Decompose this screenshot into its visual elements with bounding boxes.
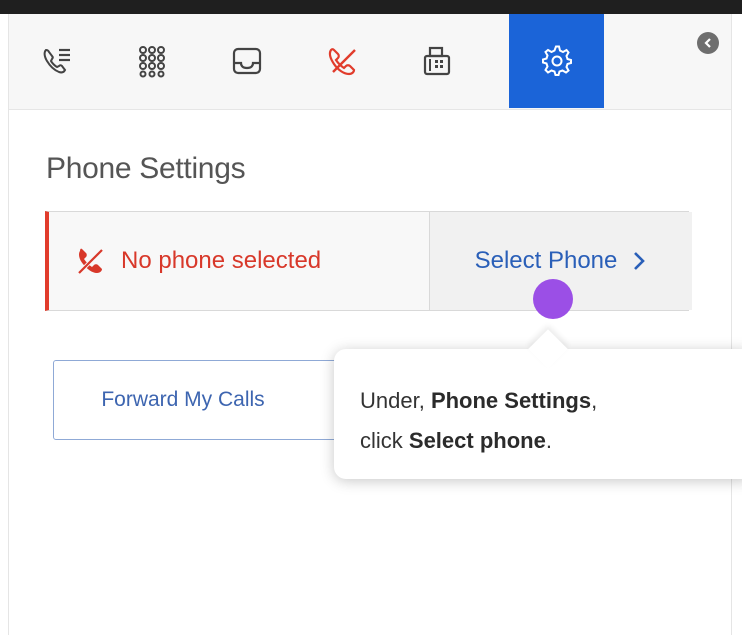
phone-status: No phone selected	[49, 212, 429, 310]
phone-status-text: No phone selected	[121, 247, 322, 274]
window-top-edge	[0, 0, 742, 14]
tooltip-part: click	[360, 428, 409, 453]
tab-dialpad[interactable]	[104, 14, 199, 108]
tab-inbox[interactable]	[199, 14, 294, 108]
tooltip-bold-phone-settings: Phone Settings	[430, 388, 592, 413]
gear-icon	[541, 45, 572, 76]
tooltip-bold-select-phone: Select phone	[408, 428, 546, 453]
tooltip-part: .	[545, 428, 552, 453]
forward-my-calls-label: Forward My Calls	[101, 388, 265, 411]
dialpad-icon	[138, 46, 165, 78]
tab-settings[interactable]	[509, 14, 604, 108]
chevron-left-icon	[704, 38, 711, 48]
tab-fax[interactable]	[389, 14, 484, 108]
top-toolbar	[9, 14, 731, 110]
tooltip-part: ,	[591, 388, 598, 413]
forward-my-calls-button[interactable]: Forward My Calls	[53, 360, 353, 440]
tooltip-arrow	[528, 329, 568, 369]
phone-panel: Phone Settings No phone selected Select …	[8, 14, 742, 635]
select-phone-label: Select Phone	[474, 247, 618, 274]
click-indicator	[533, 279, 573, 319]
call-history-icon	[43, 48, 70, 74]
guide-tooltip: Under, Phone Settings, click Select phon…	[334, 329, 742, 479]
tab-call-history[interactable]	[9, 14, 104, 108]
chevron-right-icon	[634, 252, 646, 270]
fax-icon	[423, 46, 450, 76]
no-phone-icon	[77, 248, 104, 275]
missed-call-icon	[328, 48, 356, 76]
inbox-icon	[232, 47, 261, 75]
phone-selection-card: No phone selected Select Phone	[45, 211, 692, 311]
tooltip-text: Under, Phone Settings, click Select phon…	[360, 381, 740, 461]
collapse-panel-button[interactable]	[697, 32, 719, 54]
tab-missed-calls[interactable]	[294, 14, 389, 108]
page-title: Phone Settings	[46, 152, 246, 185]
tooltip-part: Under,	[360, 388, 431, 413]
